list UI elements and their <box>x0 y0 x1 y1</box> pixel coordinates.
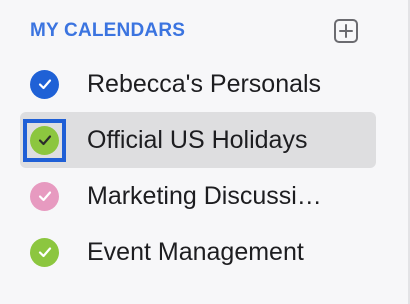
calendar-checkbox-icon[interactable] <box>30 181 59 211</box>
calendar-item-official-us-holidays[interactable]: Official US Holidays <box>20 112 376 168</box>
calendar-name: Official US Holidays <box>87 125 308 154</box>
add-calendar-button[interactable] <box>334 19 358 43</box>
calendar-list: Rebecca's Personals Official US Holidays… <box>20 56 380 280</box>
calendar-item-event-management[interactable]: Event Management <box>20 224 380 280</box>
calendar-sidebar-panel: MY CALENDARS Rebecca's Personals Officia… <box>0 0 405 304</box>
calendar-name: Rebecca's Personals <box>87 69 322 98</box>
calendar-item-rebeccas-personals[interactable]: Rebecca's Personals <box>20 56 380 112</box>
focus-ring <box>23 119 66 162</box>
checkmark-icon <box>38 79 51 90</box>
plus-icon <box>339 24 353 38</box>
calendar-item-marketing-discussions[interactable]: Marketing Discussi… <box>20 168 380 224</box>
calendar-name: Marketing Discussi… <box>87 181 322 210</box>
checkmark-icon <box>38 247 51 258</box>
calendar-checkbox-icon[interactable] <box>30 69 59 99</box>
calendar-name: Event Management <box>87 237 304 266</box>
section-title: MY CALENDARS <box>30 20 186 41</box>
calendar-checkbox-icon[interactable] <box>30 237 59 267</box>
checkmark-icon <box>38 191 51 202</box>
my-calendars-header: MY CALENDARS <box>30 16 360 46</box>
